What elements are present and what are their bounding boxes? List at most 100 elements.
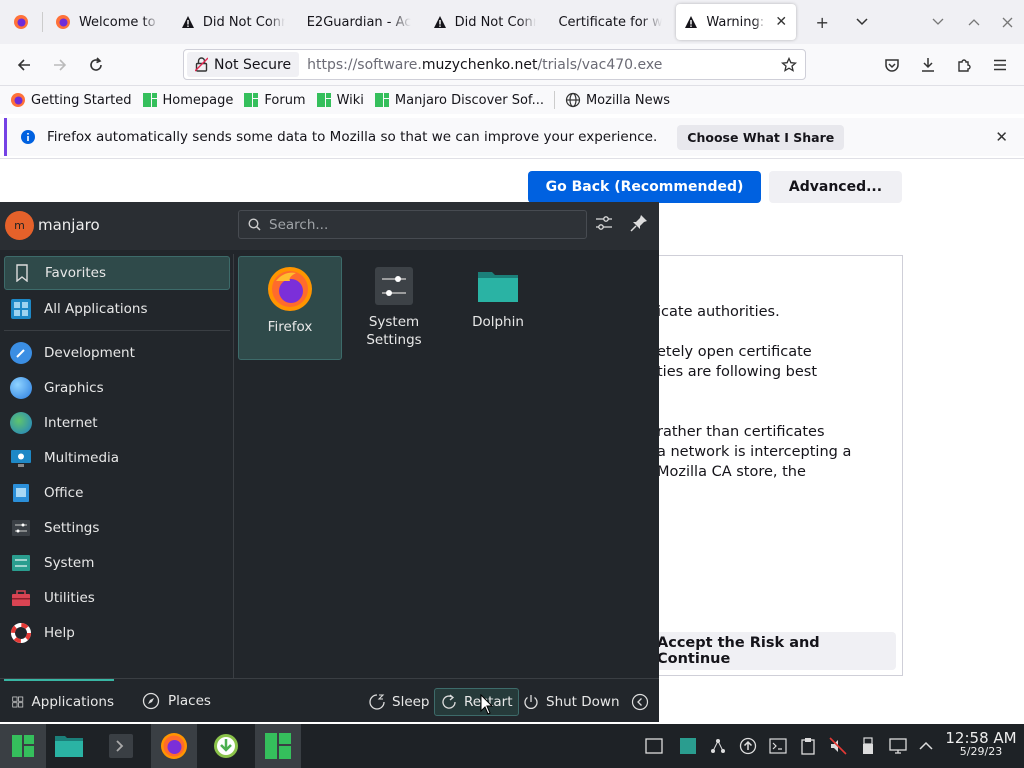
- bookmark-label: Wiki: [336, 92, 364, 108]
- navigation-toolbar: Not Secure https://software.muzychenko.n…: [0, 44, 1024, 86]
- tab-did-not-connect-1[interactable]: Did Not Connect: Potential Security Issu…: [173, 4, 293, 40]
- app-dolphin[interactable]: Dolphin: [446, 256, 550, 360]
- clipboard-icon[interactable]: [798, 736, 818, 756]
- display-icon[interactable]: [888, 736, 908, 756]
- new-tab-button[interactable]: +: [802, 0, 842, 44]
- bookmark-homepage[interactable]: Homepage: [142, 92, 233, 108]
- chevron-up-icon[interactable]: [916, 736, 936, 756]
- app-menu-button[interactable]: [982, 49, 1018, 81]
- network-icon[interactable]: [708, 736, 728, 756]
- warning-icon: [433, 16, 446, 28]
- category-system[interactable]: System: [4, 546, 230, 580]
- configure-icon[interactable]: [595, 214, 613, 232]
- close-tab-icon[interactable]: ✕: [774, 14, 788, 30]
- firefox-view-button[interactable]: [0, 0, 42, 44]
- category-utilities[interactable]: Utilities: [4, 581, 230, 615]
- tab-certificate[interactable]: Certificate for www: [550, 4, 670, 40]
- tab-places[interactable]: Places: [142, 679, 211, 723]
- graphics-icon: [10, 377, 32, 399]
- bookmark-manjaro-discover[interactable]: Manjaro Discover Sof...: [374, 92, 544, 108]
- tab-label: Warning: Potential Security Risk Ahead: [706, 14, 766, 30]
- terminal-icon[interactable]: [768, 736, 788, 756]
- warning-icon: [181, 16, 194, 28]
- taskbar-manjaro-hello[interactable]: [255, 724, 301, 768]
- category-development[interactable]: Development: [4, 336, 230, 370]
- bookmark-mozilla-news[interactable]: Mozilla News: [565, 92, 670, 108]
- go-back-button[interactable]: Go Back (Recommended): [528, 171, 761, 203]
- tab-label: Welcome to Firefox: [78, 14, 159, 30]
- volume-muted-icon[interactable]: [828, 736, 848, 756]
- update-icon[interactable]: [738, 736, 758, 756]
- category-all-applications[interactable]: All Applications: [4, 292, 230, 326]
- taskbar-dolphin[interactable]: [46, 724, 92, 768]
- show-desktop-icon[interactable]: [644, 736, 664, 756]
- multimedia-icon: [10, 447, 32, 469]
- more-actions-button[interactable]: [626, 688, 654, 716]
- window-list-button[interactable]: [918, 0, 958, 44]
- app-firefox[interactable]: Firefox: [238, 256, 342, 360]
- shutdown-button[interactable]: Shut Down: [517, 688, 625, 716]
- category-label: Development: [44, 345, 135, 361]
- taskbar-konsole[interactable]: [98, 724, 144, 768]
- app-label: Dolphin: [472, 314, 524, 330]
- firefox-icon: [268, 267, 312, 311]
- digital-clock[interactable]: 12:58 AM 5/29/23: [944, 731, 1018, 759]
- url-text[interactable]: https://software.muzychenko.net/trials/v…: [307, 57, 662, 73]
- taskbar-software-update[interactable]: [203, 724, 249, 768]
- app-system-settings[interactable]: System Settings: [342, 256, 446, 360]
- category-settings[interactable]: Settings: [4, 511, 230, 545]
- category-graphics[interactable]: Graphics: [4, 371, 230, 405]
- category-internet[interactable]: Internet: [4, 406, 230, 440]
- plus-icon: +: [815, 12, 829, 32]
- pin-icon[interactable]: [630, 214, 648, 232]
- username: manjaro: [38, 216, 100, 234]
- sleep-icon: [369, 694, 385, 710]
- restart-button[interactable]: Restart: [434, 688, 519, 716]
- category-favorites[interactable]: Favorites: [4, 256, 230, 290]
- site-security-button[interactable]: Not Secure: [187, 52, 300, 77]
- close-icon: [1002, 17, 1012, 27]
- lock-insecure-icon: [195, 57, 208, 72]
- pocket-button[interactable]: [874, 49, 910, 81]
- tab-warning-active[interactable]: Warning: Potential Security Risk Ahead ✕: [676, 4, 797, 40]
- tab-applications[interactable]: Applications: [4, 679, 114, 723]
- category-help[interactable]: Help: [4, 616, 230, 650]
- tab-e2guardian[interactable]: E2Guardian - Access Denied: [299, 4, 419, 40]
- choose-what-i-share-button[interactable]: Choose What I Share: [677, 124, 845, 150]
- avatar[interactable]: m: [5, 211, 34, 240]
- pager-icon[interactable]: [678, 736, 698, 756]
- list-all-tabs-button[interactable]: [842, 0, 882, 44]
- bookmark-star-icon[interactable]: [781, 56, 797, 73]
- bookmark-getting-started[interactable]: Getting Started: [10, 92, 132, 108]
- extensions-button[interactable]: [946, 49, 982, 81]
- bookmarks-toolbar: Getting Started Homepage Forum Wiki Manj…: [0, 86, 1024, 114]
- development-icon: [10, 342, 32, 364]
- usb-device-icon[interactable]: [858, 736, 878, 756]
- back-button[interactable]: [6, 49, 42, 81]
- maximize-button[interactable]: [958, 0, 990, 44]
- forward-button[interactable]: [42, 49, 78, 81]
- tab-label: E2Guardian - Access Denied: [306, 14, 411, 30]
- category-label: System: [44, 555, 95, 571]
- category-multimedia[interactable]: Multimedia: [4, 441, 230, 475]
- category-office[interactable]: Office: [4, 476, 230, 510]
- accept-risk-button[interactable]: Accept the Risk and Continue: [651, 632, 896, 670]
- tab-did-not-connect-2[interactable]: Did Not Connect: Potential Security Issu…: [425, 4, 545, 40]
- bookmark-wiki[interactable]: Wiki: [316, 92, 364, 108]
- close-icon[interactable]: ✕: [995, 128, 1008, 146]
- tab-welcome[interactable]: Welcome to Firefox: [47, 4, 167, 40]
- compass-icon: [142, 692, 160, 710]
- url-bar[interactable]: Not Secure https://software.muzychenko.n…: [183, 49, 806, 80]
- back-arrow-icon: [17, 58, 30, 71]
- application-launcher-button[interactable]: [0, 724, 46, 768]
- downloads-button[interactable]: [910, 49, 946, 81]
- close-window-button[interactable]: [990, 0, 1024, 44]
- warning-icon: [685, 16, 698, 28]
- launcher-search-input[interactable]: Search...: [238, 210, 587, 239]
- taskbar-firefox[interactable]: [151, 724, 197, 768]
- bookmark-forum[interactable]: Forum: [243, 92, 306, 108]
- advanced-text-line: ties are following best: [657, 364, 818, 380]
- sleep-button[interactable]: Sleep: [363, 688, 435, 716]
- reload-button[interactable]: [78, 49, 114, 81]
- advanced-button[interactable]: Advanced...: [769, 171, 902, 203]
